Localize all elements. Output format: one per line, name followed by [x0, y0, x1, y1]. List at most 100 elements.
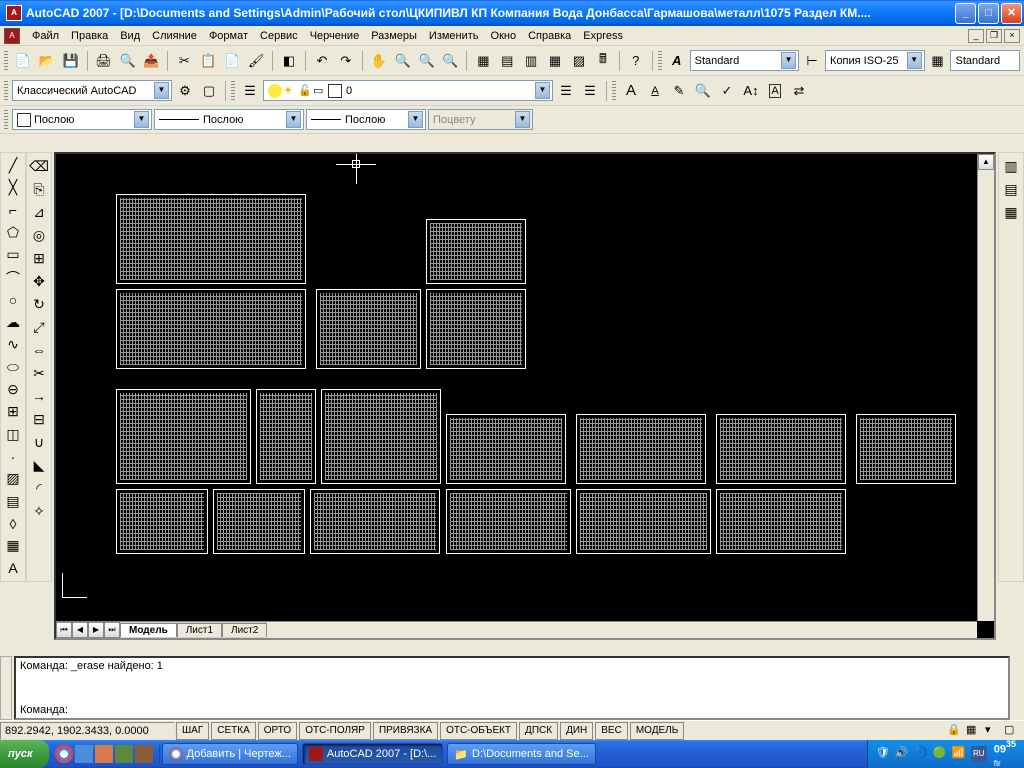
menu-view[interactable]: Вид	[114, 28, 146, 44]
workspace-combo[interactable]: Классический AutoCAD ▼	[12, 80, 172, 101]
menu-file[interactable]: Файл	[26, 28, 65, 44]
toolbar-grip[interactable]	[231, 81, 235, 101]
lock-icon[interactable]: 🔒	[947, 723, 963, 739]
dtext-icon[interactable]: A	[644, 80, 666, 102]
zoom-prev-icon[interactable]: 🔍	[439, 50, 461, 72]
tray-icon[interactable]: 🟢	[933, 746, 949, 762]
chevron-down-icon[interactable]: ▼	[535, 82, 550, 99]
drawing-viewport[interactable]: ▲ ⏮ ◀ ▶ ⏭ Модель Лист1 Лист2	[54, 152, 996, 640]
insert-icon[interactable]: ⊞	[2, 401, 24, 422]
break-icon[interactable]: ⊟	[28, 408, 50, 430]
mdi-restore[interactable]: ❐	[986, 29, 1002, 43]
minimize-button[interactable]: _	[955, 3, 976, 24]
find-icon[interactable]: 🔍	[692, 80, 714, 102]
textstyle-combo[interactable]: Standard ▼	[690, 50, 800, 71]
calc-icon[interactable]: 🖩	[592, 50, 614, 72]
layer-combo[interactable]: ☀ 🔓 ▭ 0 ▼	[263, 80, 553, 101]
stretch-icon[interactable]: ⇔	[28, 339, 50, 361]
move-icon[interactable]: ✥	[28, 270, 50, 292]
open-icon[interactable]: 📂	[36, 50, 58, 72]
copy-icon[interactable]: ⎘	[28, 178, 50, 200]
menu-draw[interactable]: Черчение	[304, 28, 366, 44]
start-button[interactable]: пуск	[0, 740, 49, 768]
ql-icon[interactable]	[135, 745, 153, 763]
chevron-down-icon[interactable]: ▼	[907, 52, 922, 69]
scale-text-icon[interactable]: A↕	[740, 80, 762, 102]
tray-icon[interactable]: 🔊	[895, 746, 911, 762]
array-icon[interactable]: ⊞	[28, 247, 50, 269]
block-icon[interactable]: ◫	[2, 424, 24, 445]
chevron-down-icon[interactable]: ▼	[154, 82, 169, 99]
ssm-icon[interactable]: ▦	[544, 50, 566, 72]
tab-first-icon[interactable]: ⏮	[56, 622, 72, 638]
menu-modify[interactable]: Изменить	[423, 28, 485, 44]
fillet-icon[interactable]: ◜	[28, 477, 50, 499]
match-icon[interactable]: 🖌	[245, 50, 267, 72]
props-icon[interactable]: ▦	[472, 50, 494, 72]
clean-icon[interactable]: ▢	[1004, 723, 1020, 739]
block-icon[interactable]: ◧	[278, 50, 300, 72]
status-ortho[interactable]: ОРТО	[258, 722, 297, 740]
tblstyle-combo[interactable]: Standard	[950, 50, 1020, 71]
scrollbar-vertical[interactable]: ▲	[977, 154, 994, 621]
xline-icon[interactable]: ╳	[2, 177, 24, 198]
maximize-button[interactable]: □	[978, 3, 999, 24]
table-icon[interactable]: ▦	[2, 535, 24, 556]
rotate-icon[interactable]: ↻	[28, 293, 50, 315]
command-prompt[interactable]: Команда:	[20, 704, 68, 716]
zoom-win-icon[interactable]: 🔍	[416, 50, 438, 72]
polygon-icon[interactable]: ⬠	[2, 222, 24, 243]
ws-save-icon[interactable]: ▢	[198, 80, 220, 102]
command-window[interactable]: Команда: _erase найдено: 1 Команда:	[14, 656, 1010, 720]
cut-icon[interactable]: ✂	[173, 50, 195, 72]
tray-icon[interactable]: ▾	[985, 723, 1001, 739]
mtext-icon[interactable]: A	[2, 558, 24, 579]
tp-icon[interactable]: ▥	[520, 50, 542, 72]
taskbar-item[interactable]: Добавить | Чертеж...	[162, 743, 298, 765]
chevron-down-icon[interactable]: ▼	[781, 52, 796, 69]
chevron-down-icon[interactable]: ▼	[408, 111, 423, 128]
status-dyn[interactable]: ДИН	[560, 722, 593, 740]
convert-icon[interactable]: ⇄	[788, 80, 810, 102]
status-lwt[interactable]: ВЕС	[595, 722, 628, 740]
mirror-icon[interactable]: ⊿	[28, 201, 50, 223]
lineweight-combo[interactable]: Послою ▼	[306, 109, 426, 130]
ql-icon[interactable]	[95, 745, 113, 763]
save-icon[interactable]: 💾	[60, 50, 82, 72]
status-model[interactable]: МОДЕЛЬ	[630, 722, 684, 740]
new-icon[interactable]: 📄	[12, 50, 34, 72]
clock[interactable]: 0935ftr	[990, 740, 1016, 768]
layer-state-icon[interactable]: ☰	[579, 80, 601, 102]
ellipse-arc-icon[interactable]: ⊖	[2, 379, 24, 400]
status-ducs[interactable]: ДПСК	[519, 722, 558, 740]
scale-icon[interactable]: ⤢	[28, 316, 50, 338]
mdi-minimize[interactable]: _	[968, 29, 984, 43]
desktop-icon[interactable]	[75, 745, 93, 763]
tab-model[interactable]: Модель	[120, 623, 177, 637]
tab-next-icon[interactable]: ▶	[88, 622, 104, 638]
chamfer-icon[interactable]: ◣	[28, 454, 50, 476]
print-icon[interactable]: 🖨	[93, 50, 115, 72]
status-otrack[interactable]: ОТС-ОБЪЕКТ	[440, 722, 517, 740]
ql-icon[interactable]	[115, 745, 133, 763]
linetype-combo[interactable]: Послою ▼	[154, 109, 304, 130]
spell-icon[interactable]: ✓	[716, 80, 738, 102]
layer-prev-icon[interactable]: ☰	[555, 80, 577, 102]
info-palette-icon[interactable]: ▦	[1000, 201, 1022, 223]
pan-icon[interactable]: ✋	[368, 50, 390, 72]
gradient-icon[interactable]: ▤	[2, 491, 24, 512]
color-combo[interactable]: Послою ▼	[12, 109, 152, 130]
toolbar-grip[interactable]	[612, 81, 616, 101]
edit-text-icon[interactable]: ✎	[668, 80, 690, 102]
ellipse-icon[interactable]: ⬭	[2, 357, 24, 378]
zoom-rt-icon[interactable]: 🔍	[392, 50, 414, 72]
toolbar-grip[interactable]	[4, 51, 8, 71]
menu-format[interactable]: Формат	[203, 28, 254, 44]
menu-window[interactable]: Окно	[485, 28, 523, 44]
join-icon[interactable]: ∪	[28, 431, 50, 453]
copy-icon[interactable]: 📋	[197, 50, 219, 72]
taskbar-item-active[interactable]: AutoCAD 2007 - [D:\...	[302, 743, 443, 765]
status-osnap[interactable]: ПРИВЯЗКА	[373, 722, 438, 740]
line-icon[interactable]: ╱	[2, 155, 24, 176]
tool-palette-icon[interactable]: ▥	[1000, 155, 1022, 177]
